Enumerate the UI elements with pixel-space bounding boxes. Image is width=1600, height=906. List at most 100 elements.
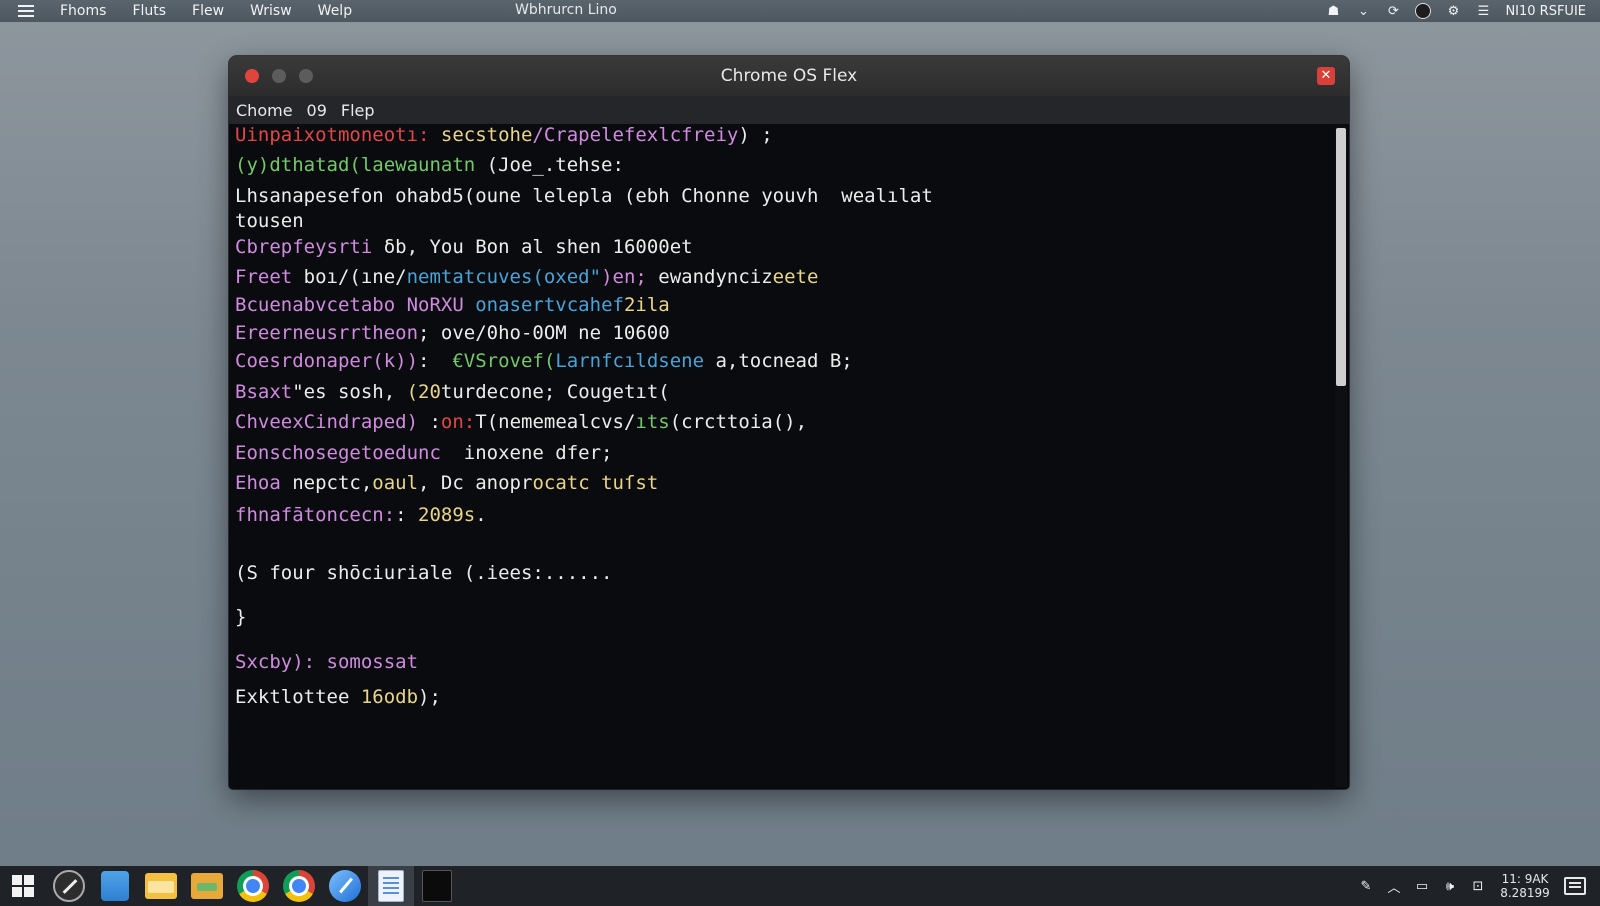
terminal-text: Sxcby): (235, 651, 327, 673)
taskbar: ✎ ︿ ▭ 🕪 ⊡ 11: 9AK 8.28199 (0, 866, 1600, 906)
terminal-text: alcvs/ (566, 411, 636, 433)
terminal-text: T(nememe (475, 411, 567, 433)
taskbar-app-feather[interactable] (322, 866, 368, 906)
bluetooth-icon[interactable]: ⚙ (1445, 3, 1461, 19)
compass-icon (53, 870, 85, 902)
terminal-line: (y)dthatad(laewaunatn (Joe_.tehse: (235, 154, 624, 176)
window-titlebar[interactable]: Chrome OS Flex ✕ (229, 56, 1349, 96)
menu-icon[interactable] (18, 2, 34, 20)
taskbar-app-compass[interactable] (46, 866, 92, 906)
scrollbar[interactable] (1335, 126, 1347, 787)
topbar-status-label: NI10 RSFUIE (1505, 3, 1586, 19)
menu-flew[interactable]: Flew (192, 3, 224, 19)
terminal-line: Coesrdonaper(k)): €VSrovef(Larnfcıldsene… (235, 350, 853, 372)
terminal-text: )en; (601, 266, 659, 288)
terminal-text: on: (440, 411, 476, 433)
terminal-text: Coesrdonaper(k)) (235, 350, 419, 372)
terminal-text: Ereerneusrrtheon (235, 322, 419, 344)
taskbar-app-folder[interactable] (184, 866, 230, 906)
terminal-text: Bsaxt (235, 381, 293, 403)
terminal-text: : (418, 350, 453, 372)
terminal-text: 2ila (623, 294, 670, 316)
terminal-text: inoxene dfer; (440, 442, 613, 464)
pen-icon[interactable]: ✎ (1358, 878, 1374, 894)
start-button[interactable] (0, 866, 46, 906)
terminal-text: ChveexCindraped) (235, 411, 419, 433)
app-menu-09[interactable]: 09 (307, 101, 327, 120)
terminal-area[interactable]: Uinpaixotmoneotı: secstohe/Crapelefexlcf… (229, 124, 1349, 789)
terminal-text: a,tocnead B; (704, 350, 853, 372)
terminal-line: ChveexCindraped) :on:T(nememealcvs/ıts(c… (235, 411, 807, 433)
terminal-text: Ehoa (235, 472, 281, 494)
terminal-line: Ereerneusrrtheon; ove/0ho-0OM ne 10600 (235, 322, 670, 344)
taskbar-app-terminal[interactable] (414, 866, 460, 906)
terminal-text: Freet (235, 266, 293, 288)
terminal-text: Larnfcıldsene (555, 350, 705, 372)
terminal-text: δb, You Bon al shen 16000et (372, 236, 693, 258)
terminal-line: (S four shōciuriale (.iees:...... (235, 562, 613, 584)
mail-icon (101, 871, 129, 901)
terminal-text: nemtatcuves(oxed" (406, 266, 602, 288)
terminal-text: (S four shōciuriale (.iees:...... (235, 562, 613, 584)
terminal-text: ıts (635, 411, 670, 433)
chrome-icon (237, 870, 269, 902)
terminal-line: Bsaxt"es sosh, (20turdecone; Cougetıt( (235, 381, 670, 403)
menu-fhoms[interactable]: Fhoms (60, 3, 106, 19)
terminal-line: Uinpaixotmoneotı: secstohe/Crapelefexlcf… (235, 124, 773, 146)
terminal-line: Ehoa nepctc,oaul, Dc anoprocatc tuſst (235, 472, 658, 494)
menu-fluts[interactable]: Fluts (132, 3, 166, 19)
terminal-text: : (395, 504, 419, 526)
app-menu-flep[interactable]: Flep (341, 101, 375, 120)
network-icon[interactable]: ⊡ (1470, 878, 1486, 894)
scrollbar-thumb[interactable] (1336, 128, 1346, 386)
terminal-text: : (418, 411, 441, 433)
volume-icon[interactable]: 🕪 (1442, 878, 1458, 894)
files-icon (145, 873, 177, 899)
taskbar-app-chrome-2[interactable] (276, 866, 322, 906)
window-title: Chrome OS Flex (720, 66, 858, 86)
terminal-text: fhnafātoncecn: (235, 504, 396, 526)
terminal-line: } (235, 606, 246, 628)
terminal-text: oaul (372, 472, 419, 494)
terminal-text: Uinpaixotmoneotı: (235, 124, 441, 146)
battery-icon[interactable]: ▭ (1414, 878, 1430, 894)
terminal-text: 16odb (360, 686, 419, 708)
taskbar-app-mail[interactable] (92, 866, 138, 906)
taskbar-app-files[interactable] (138, 866, 184, 906)
taskbar-app-document[interactable] (368, 866, 414, 906)
terminal-text: } (235, 606, 247, 628)
terminal-text: ewandynciz (658, 266, 773, 288)
terminal-line: tousen (235, 210, 304, 232)
close-icon[interactable]: ✕ (1317, 67, 1335, 85)
terminal-line: fhnafātoncecn:: 2089s. (235, 504, 487, 526)
clock[interactable]: 11: 9AK 8.28199 (1498, 872, 1552, 900)
terminal-line: Freet boı/(ıne/nemtatcuves(oxed")en; ewa… (235, 266, 818, 288)
terminal-text: somossat (326, 651, 419, 673)
user-icon[interactable]: ☗ (1325, 3, 1341, 19)
system-tray: ✎ ︿ ▭ 🕪 ⊡ 11: 9AK 8.28199 (1358, 866, 1600, 906)
document-icon (378, 870, 404, 902)
menu-wrisw[interactable]: Wrisw (250, 3, 292, 19)
menu-welp[interactable]: Welp (318, 3, 352, 19)
terminal-text: , Dc anopr (418, 472, 533, 494)
terminal-text: (y)dthatad(laewaunatn (235, 154, 476, 176)
app-window: Chrome OS Flex ✕ Chome 09 Flep Uinpaixot… (229, 56, 1349, 789)
app-menu-bar: Chome 09 Flep (229, 96, 1349, 125)
chevron-up-icon[interactable]: ︿ (1386, 878, 1402, 896)
sync-icon[interactable]: ⟳ (1385, 3, 1401, 19)
app-menu-chome[interactable]: Chome (236, 101, 293, 120)
windows-logo-icon (12, 875, 34, 897)
notification-icon[interactable] (1564, 877, 1586, 895)
taskbar-app-chrome[interactable] (230, 866, 276, 906)
theme-icon[interactable] (1415, 3, 1432, 19)
folder-icon (191, 873, 223, 899)
terminal-text: (20 (406, 381, 441, 403)
terminal-text: €VSrovef( (452, 350, 556, 372)
terminal-text: Cbrepfeysrti (235, 236, 373, 258)
terminal-text: 2089s (418, 504, 476, 526)
chevron-down-icon[interactable]: ⌄ (1355, 3, 1371, 19)
terminal-text: turdecone; Cougetıt( (440, 381, 670, 403)
terminal-text: secstohe (440, 124, 533, 146)
terminal-text: ) ; (738, 124, 773, 146)
list-icon[interactable]: ☰ (1475, 3, 1491, 19)
